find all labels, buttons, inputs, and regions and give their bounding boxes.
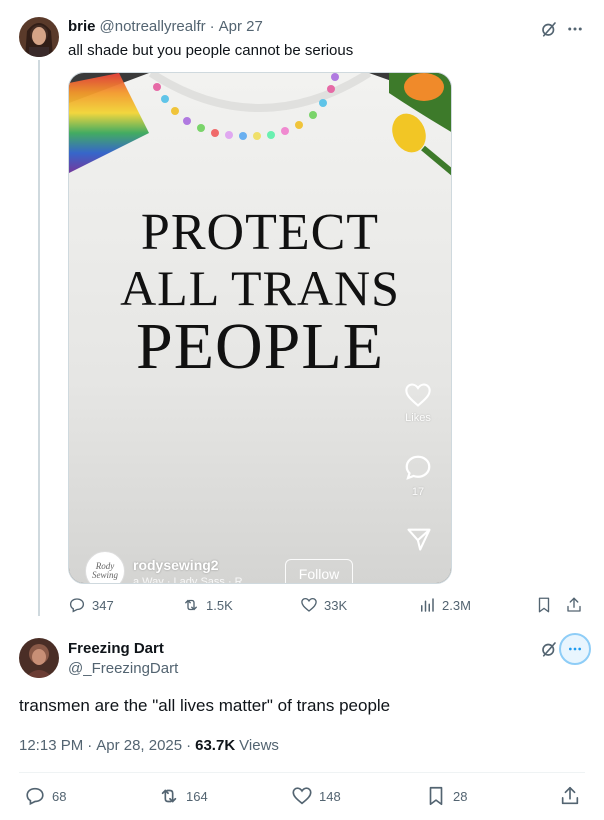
more-icon [568,27,582,31]
creator-avatar-text: Rody Sewing [92,561,118,580]
tweet2-like-button[interactable]: 148 [291,785,341,807]
creator-avatar[interactable]: Rody Sewing [85,551,125,583]
comment-icon [405,455,431,480]
tweet2-views-count[interactable]: 63.7K [195,737,235,754]
overlay-send-group[interactable] [405,525,433,553]
thread-connector-line [38,60,40,616]
overlay-like-group[interactable]: Likes [403,381,433,424]
shirt-line-3: PEOPLE [135,310,385,383]
tweet1-like-button[interactable]: 33K [300,596,347,614]
views-icon [421,598,434,612]
creator-cut-text: a Way · Lady Sass · R [133,576,243,584]
tweet2-dot-separator: · [87,737,93,754]
tweet1-reply-button[interactable]: 347 [68,596,114,614]
tweet2-date[interactable]: Apr 28, 2025 [96,737,182,754]
tweet2-bookmark-button[interactable]: 28 [425,785,467,807]
tweet2-share-button[interactable] [559,785,581,807]
tweet2-handle[interactable]: @_FreezingDart [68,660,178,677]
repost-icon [185,599,197,611]
tweet2-divider [19,772,585,773]
tweet2-meta: 12:13 PM · Apr 28, 2025 · 63.7K Views [19,737,279,754]
overlay-likes-label: Likes [405,412,431,424]
creator-name[interactable]: rodysewing2 [133,557,219,573]
tweet2-more-button[interactable] [559,633,591,665]
like-icon [301,597,317,612]
tweet2-repost-button[interactable]: 164 [158,785,208,807]
tweet2-like-count: 148 [319,788,341,804]
freezing-dart-avatar[interactable] [19,638,59,678]
reply-icon [69,598,85,613]
tweet1-display-name[interactable]: brie [68,18,96,35]
tweet1-grok-button[interactable] [538,18,560,40]
tweet1-repost-button[interactable]: 1.5K [182,596,233,614]
brie-avatar[interactable] [19,17,59,57]
tweet1-date[interactable]: Apr 27 [219,18,263,35]
heart-icon [405,383,431,407]
share-icon [561,786,579,805]
tweet1-views-button[interactable]: 2.3M [418,596,471,614]
tweet1-handle[interactable]: @notreallyrealfr [100,18,206,35]
follow-button[interactable]: Follow [285,559,353,583]
tweet1-text: all shade but you people cannot be serio… [68,42,354,59]
like-icon [292,787,312,805]
tweet2-display-name[interactable]: Freezing Dart [68,640,164,657]
tweet2-views-label: Views [239,737,279,754]
tweet1-dot-separator: · [209,18,215,35]
tweet2-reply-count: 68 [52,788,67,804]
tweet1-header: brie @notreallyrealfr · Apr 27 [68,18,263,35]
tweet1-bookmark-button[interactable] [535,596,553,614]
tweet2-dot-separator-2: · [186,737,192,754]
tweet1-like-count: 33K [324,597,348,613]
tweet2-repost-count: 164 [186,788,208,804]
tweet2-text: transmen are the "all lives matter" of t… [19,696,391,715]
tweet2-grok-button[interactable] [538,638,560,660]
tweet1-share-button[interactable] [565,596,583,614]
repost-icon [161,789,177,803]
bookmark-icon [538,597,550,613]
more-icon [569,647,581,651]
grok-slash-icon [542,642,556,657]
tweet1-repost-count: 1.5K [206,597,233,613]
overlay-comment-group[interactable]: 17 [403,453,433,498]
tweet2-time[interactable]: 12:13 PM [19,737,83,754]
grok-slash-icon [542,22,556,37]
shirt-line-1: PROTECT [140,204,380,261]
tweet1-more-button[interactable] [563,18,587,40]
tweet1-video-media[interactable]: PROTECT ALL TRANS PEOPLE Likes 17 Rody S… [68,72,452,584]
share-icon [567,597,581,612]
send-icon [407,528,431,551]
reply-icon [26,787,44,806]
tweet2-bookmark-count: 28 [453,788,468,804]
overlay-comments-count: 17 [411,486,425,498]
tweet1-views-count: 2.3M [442,597,471,613]
tweet1-reply-count: 347 [92,597,114,613]
bookmark-icon [429,786,443,806]
tweet2-reply-button[interactable]: 68 [24,785,66,807]
